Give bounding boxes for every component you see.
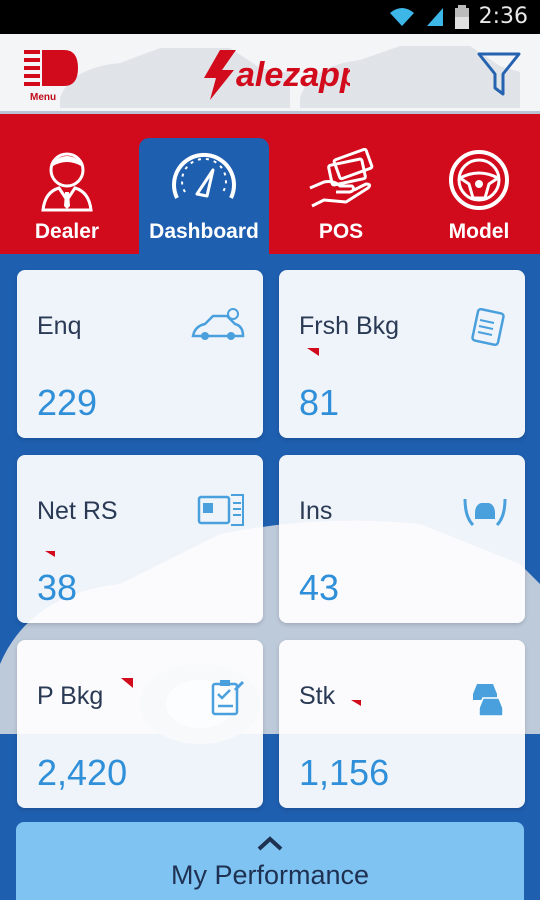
dashboard-content: Enq 229 Frsh Bkg 81 Net RS 38 Ins 43 P B… [0,254,540,900]
signal-icon [426,7,443,26]
stat-card-stk[interactable]: Stk 1,156 [279,640,525,808]
tab-dashboard-label: Dashboard [149,220,259,243]
stat-card-value: 1,156 [299,752,390,793]
stat-card-title: Frsh Bkg [299,312,400,340]
clipboard-check-icon [211,680,245,716]
steering-wheel-icon [449,150,509,210]
chevron-up-icon [257,836,283,851]
trend-indicator [121,678,133,688]
tab-dealer[interactable]: Dealer [2,138,132,254]
stat-card-value: 43 [299,567,340,608]
status-bar: 2:36 [0,0,540,34]
stat-card-title: P Bkg [37,682,104,710]
stat-card-value: 81 [299,382,340,423]
main-tab-bar: Dealer Dashboard POS Model [0,114,540,254]
tab-pos-label: POS [318,220,364,243]
stat-card-net-rs[interactable]: Net RS 38 [17,455,263,623]
app-header: Menu alezapp [0,34,540,114]
filter-button[interactable] [476,50,522,98]
cash-hand-icon [309,148,374,208]
logo-text: alezapp [236,56,350,94]
my-performance-panel[interactable]: My Performance [16,822,524,900]
stat-card-title: Ins [299,497,333,525]
tab-model-label: Model [448,220,510,243]
booking-list-icon [471,308,505,347]
tab-dashboard[interactable]: Dashboard [139,138,269,254]
stat-card-title: Enq [37,312,82,340]
menu-icon [24,50,78,86]
tab-pos[interactable]: POS [276,138,406,254]
salezapp-logo: alezapp [200,46,361,102]
car-enquiry-icon [191,308,245,340]
document-card-icon [197,494,244,526]
dealer-person-icon [41,152,93,212]
stat-card-ins[interactable]: Ins 43 [279,455,525,623]
car-lift-icon [463,498,507,527]
menu-label: Menu [30,92,57,103]
trend-indicator [307,348,319,356]
tab-dealer-label: Dealer [34,220,100,243]
trend-indicator [351,700,361,706]
cars-stock-icon [473,684,504,717]
stat-card-frsh-bkg[interactable]: Frsh Bkg 81 [279,270,525,438]
stat-card-value: 2,420 [37,752,128,793]
battery-icon [454,4,469,29]
trend-indicator [45,551,55,557]
my-performance-label: My Performance [170,860,370,890]
wifi-icon [389,7,414,26]
clock: 2:36 [478,4,528,29]
stat-card-p-bkg[interactable]: P Bkg 2,420 [17,640,263,808]
stat-card-value: 229 [37,382,98,423]
tab-model[interactable]: Model [414,138,540,254]
speedometer-icon [172,153,236,199]
filter-icon [477,52,521,96]
stat-card-title: Net RS [37,497,118,525]
stat-card-enq[interactable]: Enq 229 [17,270,263,438]
stat-card-value: 38 [37,567,78,608]
stat-card-title: Stk [299,682,336,710]
